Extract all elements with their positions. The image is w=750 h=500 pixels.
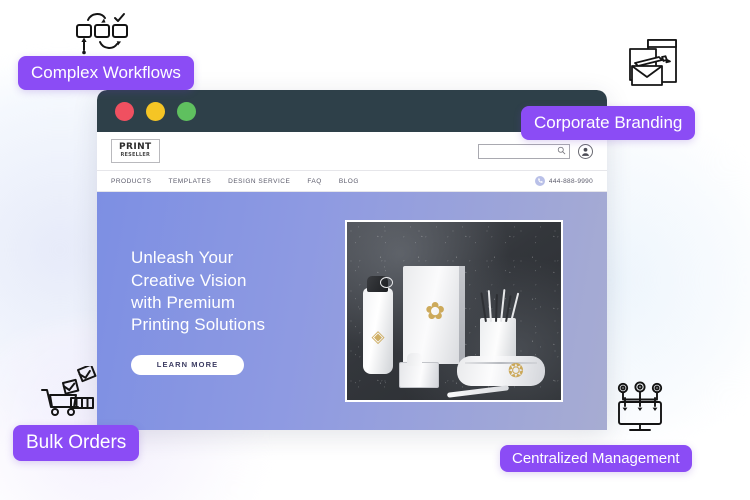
- product-bottle-monogram: ◈: [371, 327, 385, 347]
- product-notebook-spine: [459, 266, 465, 364]
- window-maximize-button[interactable]: [177, 101, 196, 121]
- learn-more-button[interactable]: LEARN MORE: [131, 354, 244, 375]
- phone-icon: [534, 176, 545, 186]
- chip-bulk-orders-label: Bulk Orders: [26, 432, 127, 453]
- product-notepad-clip: [407, 353, 422, 366]
- nav-item-design-service[interactable]: DESIGN SERVICE: [228, 178, 290, 185]
- workflow-steps-icon: [74, 6, 130, 61]
- chip-corporate-branding-label: Corporate Branding: [534, 113, 683, 132]
- chip-complex-workflows-label: Complex Workflows: [31, 63, 181, 82]
- monitor-gears-icon: [612, 381, 668, 440]
- logo-line-1: PRINT: [119, 142, 152, 152]
- window-minimize-button[interactable]: [146, 101, 165, 121]
- nav-item-faq[interactable]: FAQ: [307, 178, 322, 185]
- search-icon[interactable]: [557, 142, 566, 160]
- product-bottle-strap: [380, 277, 393, 288]
- product-pencil-case-logo: ❂: [508, 360, 524, 382]
- site-navigation: PRODUCTS TEMPLATES DESIGN SERVICE FAQ BL…: [97, 170, 607, 192]
- product-pencils: [480, 288, 520, 323]
- hero-section: Unleash Your Creative Vision with Premiu…: [97, 192, 607, 430]
- nav-links: PRODUCTS TEMPLATES DESIGN SERVICE FAQ BL…: [111, 178, 359, 185]
- chip-centralized-management[interactable]: Centralized Management: [500, 445, 692, 472]
- hero-product-image: ◈ ✿ ❂: [345, 220, 563, 402]
- search-input[interactable]: [479, 144, 557, 158]
- hero-title: Unleash Your Creative Vision with Premiu…: [131, 248, 266, 335]
- product-notebook-logo: ✿: [424, 297, 446, 325]
- site-logo[interactable]: PRINT RESELLER: [111, 139, 160, 163]
- cart-with-boxes-icon: [38, 363, 100, 427]
- nav-item-products[interactable]: PRODUCTS: [111, 178, 151, 185]
- search-box[interactable]: [478, 142, 570, 160]
- hero-copy: Unleash Your Creative Vision with Premiu…: [131, 247, 331, 375]
- chip-corporate-branding[interactable]: Corporate Branding: [521, 106, 696, 140]
- site-header-right: [478, 142, 593, 160]
- user-avatar-icon[interactable]: [578, 143, 593, 159]
- nav-item-templates[interactable]: TEMPLATES: [168, 178, 211, 185]
- chip-complex-workflows[interactable]: Complex Workflows: [18, 56, 194, 90]
- chip-centralized-management-label: Centralized Management: [512, 450, 680, 467]
- product-pencil-case: [457, 356, 545, 386]
- nav-item-blog[interactable]: BLOG: [339, 178, 359, 185]
- window-close-button[interactable]: [115, 101, 134, 121]
- browser-window-mockup: PRINT RESELLER PRODUCTS TEMPLATES DESIGN…: [97, 90, 607, 430]
- phone-number: 444-888-9990: [548, 177, 593, 185]
- contact-phone[interactable]: 444-888-9990: [534, 176, 593, 186]
- chip-bulk-orders[interactable]: Bulk Orders: [13, 425, 140, 461]
- documents-envelope-pen-icon: [622, 38, 680, 95]
- logo-line-2: RESELLER: [120, 152, 151, 158]
